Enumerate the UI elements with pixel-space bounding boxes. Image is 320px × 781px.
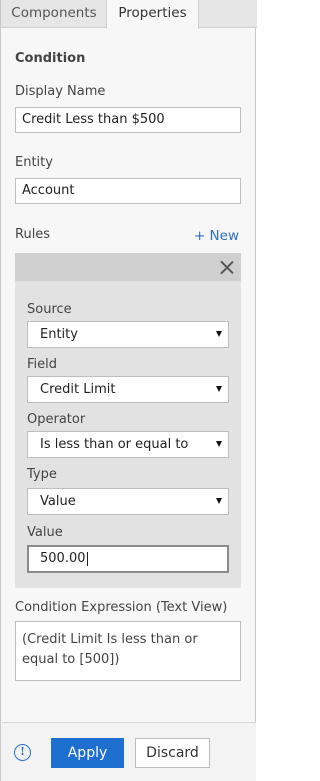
operator-select[interactable]: Is less than or equal to — [27, 431, 229, 458]
rule-card-header — [15, 253, 241, 281]
tab-bar: Components Properties — [1, 0, 257, 29]
apply-button[interactable]: Apply — [51, 738, 124, 768]
footer-bar: ! Apply Discard — [2, 722, 256, 781]
entity-input[interactable]: Account — [15, 178, 241, 204]
value-input[interactable]: 500.00 — [27, 545, 229, 573]
expression-label: Condition Expression (Text View) — [15, 600, 228, 615]
chevron-down-icon — [216, 386, 222, 392]
info-icon[interactable]: ! — [14, 744, 31, 761]
type-select[interactable]: Value — [27, 488, 229, 515]
tab-properties[interactable]: Properties — [106, 0, 199, 29]
rules-label: Rules — [15, 227, 51, 242]
type-label: Type — [27, 467, 57, 482]
operator-select-value: Is less than or equal to — [40, 437, 189, 452]
field-select[interactable]: Credit Limit — [27, 376, 229, 403]
value-label: Value — [27, 525, 63, 540]
field-select-value: Credit Limit — [40, 382, 116, 397]
chevron-down-icon — [216, 331, 222, 337]
rule-card: Source Entity Field Credit Limit Operato… — [15, 253, 241, 588]
entity-label: Entity — [15, 155, 53, 170]
new-rule-link[interactable]: + New — [194, 228, 239, 244]
expression-text-view: (Credit Limit Is less than or equal to [… — [15, 621, 241, 681]
chevron-down-icon — [216, 498, 222, 504]
properties-panel: Components Properties Condition Display … — [0, 0, 257, 781]
display-name-label: Display Name — [15, 84, 106, 99]
close-icon[interactable] — [220, 260, 234, 274]
text-cursor — [86, 551, 88, 566]
source-label: Source — [27, 302, 72, 317]
tab-components[interactable]: Components — [2, 0, 106, 28]
type-select-value: Value — [40, 494, 76, 509]
value-input-text: 500.00 — [40, 551, 86, 566]
source-select-value: Entity — [40, 327, 78, 342]
section-title: Condition — [15, 51, 86, 66]
operator-label: Operator — [27, 412, 86, 427]
display-name-input[interactable]: Credit Less than $500 — [15, 107, 241, 133]
field-label: Field — [27, 357, 58, 372]
chevron-down-icon — [216, 441, 222, 447]
source-select[interactable]: Entity — [27, 321, 229, 348]
discard-button[interactable]: Discard — [135, 738, 210, 768]
